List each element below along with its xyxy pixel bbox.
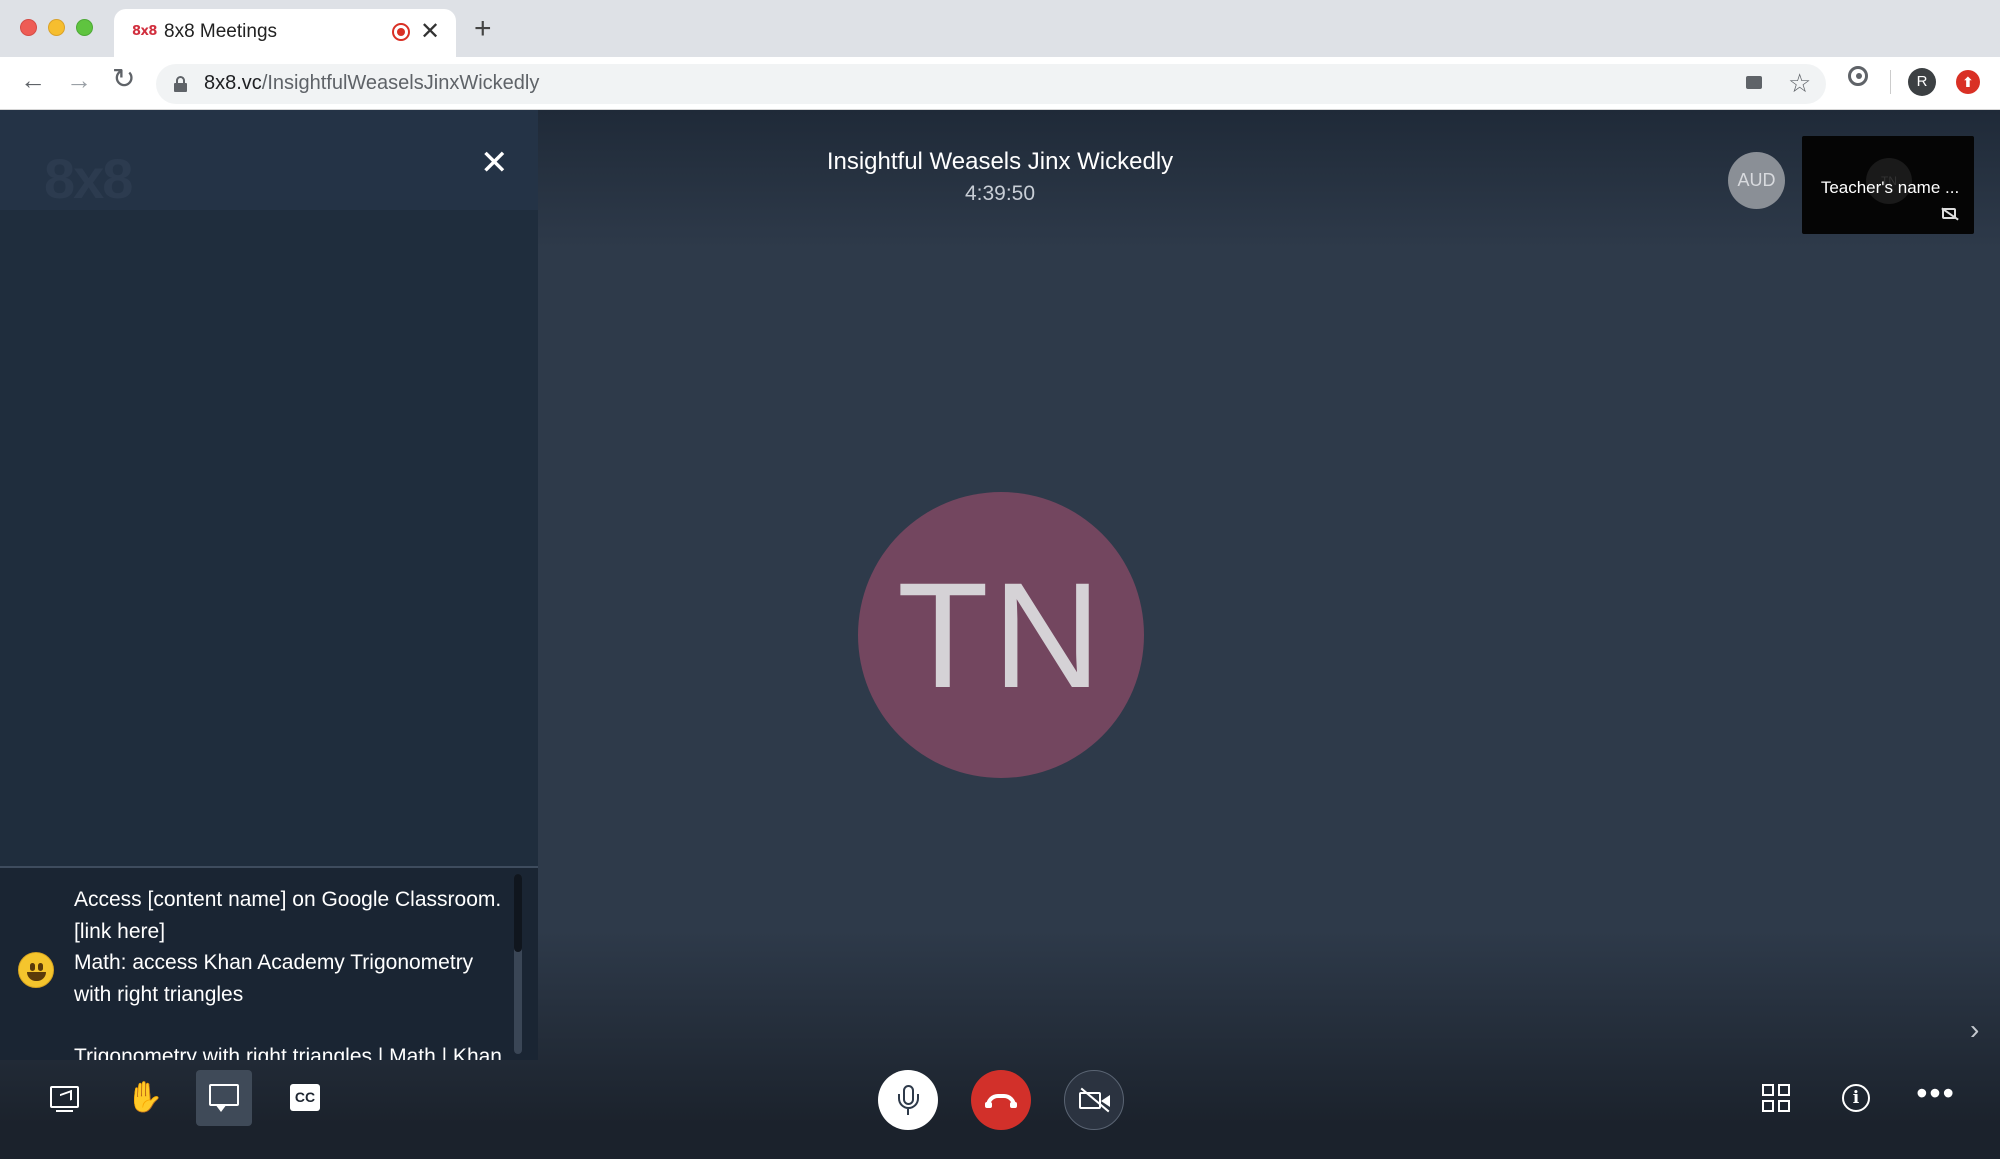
meeting-title: Insightful Weasels Jinx Wickedly [826, 148, 1174, 175]
closed-captions-icon[interactable]: CC [276, 1070, 332, 1126]
dominant-speaker-initials: TN [897, 551, 1105, 719]
chat-scrollbar-thumb[interactable] [514, 874, 522, 952]
chat-composer[interactable]: Access [content name] on Google Classroo… [0, 868, 538, 1060]
new-tab-button[interactable]: + [474, 14, 492, 44]
chat-toggle-icon[interactable] [196, 1070, 252, 1126]
toolbar-separator [1890, 70, 1891, 94]
tab-close-icon[interactable]: ✕ [420, 17, 440, 46]
reload-icon[interactable]: ↻ [112, 65, 135, 93]
chat-message-input[interactable]: Access [content name] on Google Classroo… [74, 884, 504, 1060]
dominant-speaker-avatar: TN [858, 492, 1144, 778]
audio-participant-avatar[interactable]: AUD [1728, 152, 1785, 209]
extension-icon[interactable] [1848, 66, 1868, 86]
recording-indicator-icon [392, 23, 410, 41]
update-icon[interactable]: ⬆ [1956, 70, 1980, 94]
smiley-emoji-icon[interactable] [18, 952, 54, 988]
chat-line: Trigonometry with right triangles | Math… [74, 1045, 502, 1060]
back-arrow-icon[interactable]: ← [20, 67, 46, 93]
address-bar[interactable]: 8x8.vc/InsightfulWeaselsJinxWickedly ☆ [156, 64, 1826, 104]
url-text[interactable]: 8x8.vc/InsightfulWeaselsJinxWickedly [204, 72, 539, 95]
meeting-stage: Insightful Weasels Jinx Wickedly 4:39:50… [0, 110, 2000, 1159]
meeting-timer: 4:39:50 [964, 182, 1036, 205]
window-minimize-button[interactable] [48, 19, 65, 36]
local-video-thumbnail[interactable]: TN Teacher's name ... [1802, 136, 1974, 234]
url-path: /InsightfulWeaselsJinxWickedly [261, 72, 540, 94]
microphone-button[interactable] [878, 1070, 938, 1130]
browser-tab-8x8-meetings[interactable]: 8x8 8x8 Meetings ✕ [114, 9, 456, 57]
chevron-right-icon[interactable]: › [1970, 1016, 1979, 1044]
url-host: 8x8.vc [204, 72, 262, 94]
raise-hand-icon[interactable]: ✋ [117, 1070, 173, 1126]
info-icon[interactable]: i [1828, 1070, 1884, 1126]
chat-panel: 8x8 ✕ Access [content name] on Google Cl… [0, 110, 538, 1060]
window-zoom-button[interactable] [76, 19, 93, 36]
info-glyph: i [1842, 1084, 1870, 1112]
more-options-icon[interactable]: ••• [1908, 1070, 1964, 1126]
chat-line: Math: access Khan Academy Trigonometry w… [74, 951, 474, 1006]
chat-line: Access [content name] on Google Classroo… [74, 888, 502, 943]
bookmark-star-icon[interactable]: ☆ [1788, 68, 1811, 99]
window-close-button[interactable] [20, 19, 37, 36]
brand-logo: 8x8 [44, 147, 133, 210]
camera-off-icon [1942, 208, 1956, 219]
browser-title-bar: 8x8 8x8 Meetings ✕ + [0, 0, 2000, 57]
cc-label: CC [290, 1084, 320, 1111]
local-participant-name: Teacher's name ... [1820, 178, 1960, 197]
tab-title: 8x8 Meetings [164, 21, 278, 42]
chat-scrollbar[interactable] [514, 874, 522, 1054]
chat-close-icon[interactable]: ✕ [480, 146, 509, 180]
browser-toolbar: ← → ↻ 8x8.vc/InsightfulWeaselsJinxWicked… [0, 57, 2000, 110]
hang-up-button[interactable] [971, 1070, 1031, 1130]
camera-in-use-icon[interactable] [1746, 76, 1762, 89]
profile-avatar[interactable]: R [1908, 68, 1936, 96]
tile-view-icon[interactable] [1748, 1070, 1804, 1126]
8x8-favicon-icon: 8x8 [132, 24, 157, 39]
screen-share-icon[interactable] [36, 1070, 92, 1126]
camera-toggle-button[interactable] [1064, 1070, 1124, 1130]
phone-hangup-icon [985, 1094, 1017, 1108]
chat-header: 8x8 ✕ [0, 110, 538, 210]
lock-icon[interactable] [174, 76, 187, 92]
forward-arrow-icon[interactable]: → [66, 67, 92, 93]
